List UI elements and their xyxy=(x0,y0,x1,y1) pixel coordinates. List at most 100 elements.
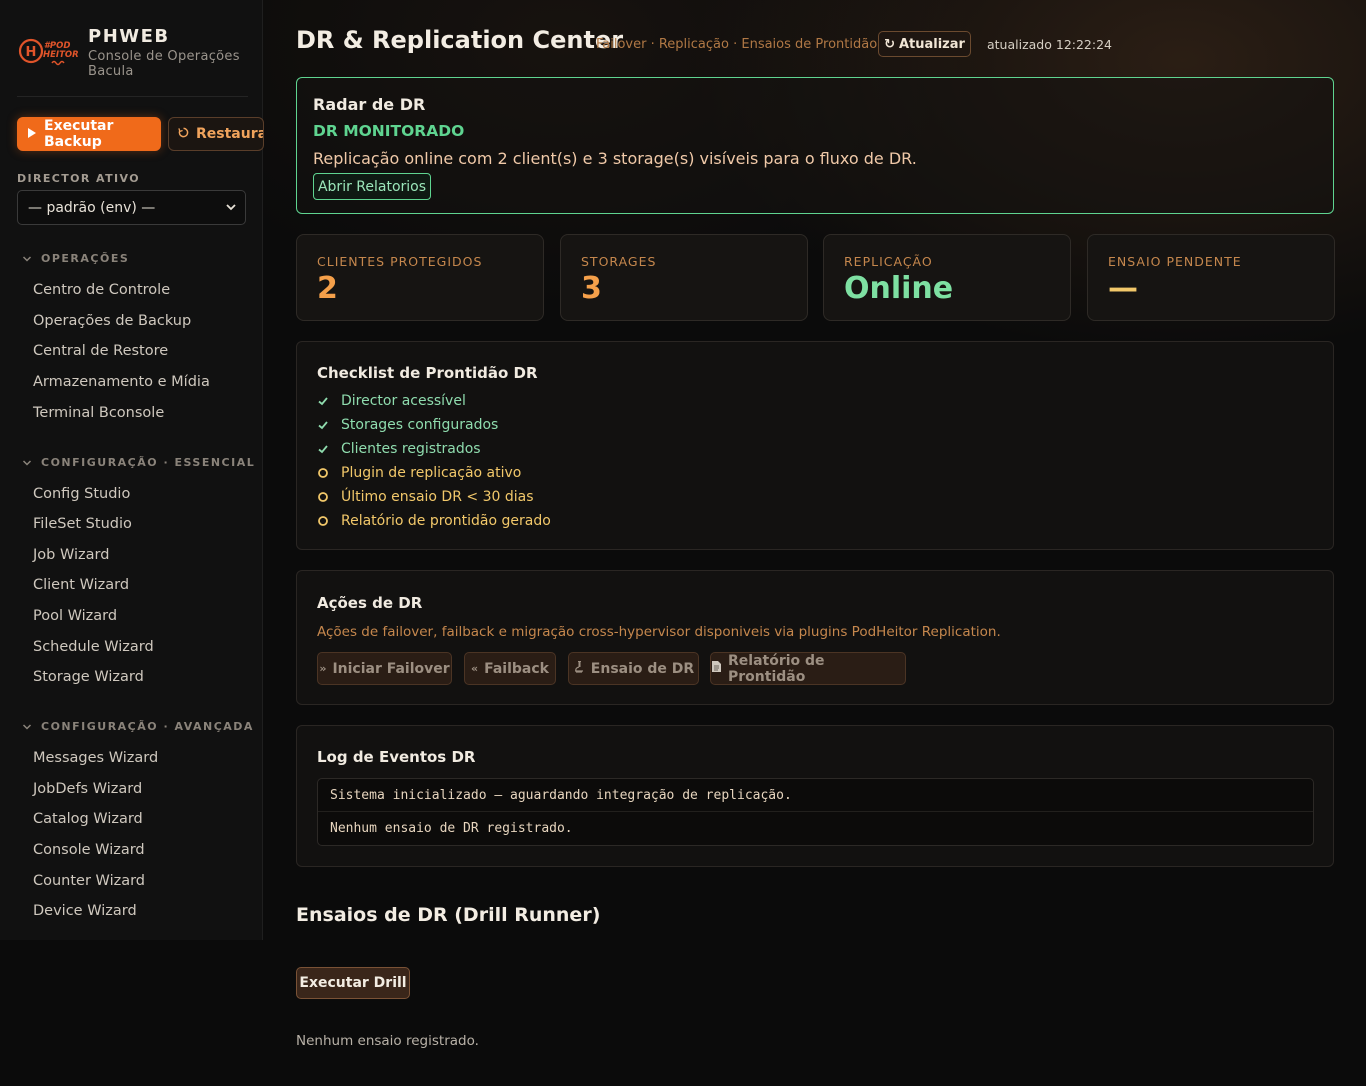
dr-drill-button[interactable]: Ensaio de DR xyxy=(568,652,699,685)
play-icon xyxy=(27,126,36,142)
checklist-label: Director acessível xyxy=(341,393,466,409)
nav-item-client-wizard[interactable]: Client Wizard xyxy=(33,577,129,593)
dr-event-log-panel: Log de Eventos DR Sistema inicializado —… xyxy=(296,725,1334,867)
log-box: Sistema inicializado — aguardando integr… xyxy=(317,778,1314,846)
nav-item-config-studio[interactable]: Config Studio xyxy=(33,486,130,502)
pending-circle-icon xyxy=(317,491,329,503)
svg-text:H: H xyxy=(26,45,37,60)
director-value: — padrão (env) — xyxy=(28,199,156,216)
checklist-title: Checklist de Prontidão DR xyxy=(317,364,538,382)
chevron-down-icon xyxy=(21,253,33,265)
open-reports-button[interactable]: Abrir Relatorios xyxy=(313,173,431,200)
brand-subtitle: Console de Operações Bacula xyxy=(88,49,240,79)
checklist-label: Relatório de prontidão gerado xyxy=(341,513,551,529)
microscope-icon xyxy=(573,660,585,677)
run-backup-label: Executar Backup xyxy=(44,118,114,150)
kpi-value: Online xyxy=(844,271,954,306)
kpi-label: CLIENTES PROTEGIDOS xyxy=(317,254,483,269)
readiness-checklist-panel: Checklist de Prontidão DR Director acess… xyxy=(296,341,1334,550)
run-drill-button[interactable]: Executar Drill xyxy=(296,967,410,999)
svg-text:HEITOR: HEITOR xyxy=(43,50,78,60)
nav-item-central-de-restore[interactable]: Central de Restore xyxy=(33,343,168,359)
log-separator xyxy=(318,811,1313,812)
radar-title: Radar de DR xyxy=(313,95,426,114)
kpi-card-replication: REPLICAÇÃO Online xyxy=(823,234,1071,321)
nav-item-operacoes-de-backup[interactable]: Operações de Backup xyxy=(33,313,191,329)
refresh-icon: ↻ xyxy=(884,36,895,52)
fast-forward-icon: » xyxy=(319,662,327,675)
page-title: DR & Replication Center xyxy=(296,26,624,54)
log-line: Nenhum ensaio de DR registrado. xyxy=(330,821,573,836)
nav-item-console-wizard[interactable]: Console Wizard xyxy=(33,842,145,858)
checklist-item: Plugin de replicação ativo xyxy=(317,465,521,481)
kpi-card-clients: CLIENTES PROTEGIDOS 2 xyxy=(296,234,544,321)
run-backup-button[interactable]: Executar Backup xyxy=(17,117,161,151)
dr-radar-card: Radar de DR DR MONITORADO Replicação onl… xyxy=(296,77,1334,214)
checklist-label: Storages configurados xyxy=(341,417,499,433)
actions-title: Ações de DR xyxy=(317,594,423,612)
nav-item-centro-de-controle[interactable]: Centro de Controle xyxy=(33,282,170,298)
chevron-down-icon xyxy=(223,199,239,215)
actions-description: Ações de failover, failback e migração c… xyxy=(317,624,1001,640)
refresh-button[interactable]: ↻ Atualizar xyxy=(878,31,971,57)
nav-item-pool-wizard[interactable]: Pool Wizard xyxy=(33,608,117,624)
nav-item-terminal-bconsole[interactable]: Terminal Bconsole xyxy=(33,405,164,421)
updated-timestamp: atualizado 12:22:24 xyxy=(987,37,1113,52)
rewind-icon: « xyxy=(471,662,479,675)
dr-actions-panel: Ações de DR Ações de failover, failback … xyxy=(296,570,1334,705)
checklist-item: Clientes registrados xyxy=(317,441,481,457)
checklist-item: Director acessível xyxy=(317,393,466,409)
failback-label: Failback xyxy=(484,660,549,677)
nav-item-job-wizard[interactable]: Job Wizard xyxy=(33,547,109,563)
check-icon xyxy=(317,419,329,431)
chevron-down-icon xyxy=(21,721,33,733)
nav-section-title: CONFIGURAÇÃO · ESSENCIAL xyxy=(41,456,256,469)
checklist-label: Plugin de replicação ativo xyxy=(341,465,522,481)
checklist-item: Último ensaio DR < 30 dias xyxy=(317,489,534,505)
brand-name: PHWEB xyxy=(88,26,170,47)
nav-item-jobdefs-wizard[interactable]: JobDefs Wizard xyxy=(33,781,142,797)
readiness-report-label: Relatório de Prontidão xyxy=(728,652,825,685)
director-select[interactable]: — padrão (env) — xyxy=(17,190,246,225)
nav-item-counter-wizard[interactable]: Counter Wizard xyxy=(33,873,145,889)
checklist-item: Relatório de prontidão gerado xyxy=(317,513,551,529)
kpi-card-storages: STORAGES 3 xyxy=(560,234,808,321)
divider xyxy=(17,96,248,97)
start-failover-label: Iniciar Failover xyxy=(332,660,450,677)
pending-circle-icon xyxy=(317,467,329,479)
restore-button[interactable]: Restaurar xyxy=(168,117,264,151)
nav-section-title: OPERAÇÕES xyxy=(41,252,130,265)
kpi-label: STORAGES xyxy=(581,254,657,269)
start-failover-button[interactable]: » Iniciar Failover xyxy=(317,652,452,685)
nav-item-armazenamento-e-midia[interactable]: Armazenamento e Mídia xyxy=(33,374,210,390)
chevron-down-icon xyxy=(21,457,33,469)
kpi-value: 2 xyxy=(317,271,338,306)
nav-item-fileset-studio[interactable]: FileSet Studio xyxy=(33,516,132,532)
checklist-item: Storages configurados xyxy=(317,417,498,433)
refresh-label: Atualizar xyxy=(898,36,965,52)
radar-status: DR MONITORADO xyxy=(313,122,465,140)
check-icon xyxy=(317,443,329,455)
nav-item-schedule-wizard[interactable]: Schedule Wizard xyxy=(33,639,154,655)
restore-label: Restaurar xyxy=(196,126,263,142)
drill-empty-text: Nenhum ensaio registrado. xyxy=(296,1033,479,1049)
nav-section-configuracao-avancada[interactable]: CONFIGURAÇÃO · AVANÇADA xyxy=(17,720,254,733)
checklist-label: Clientes registrados xyxy=(341,441,481,457)
log-title: Log de Eventos DR xyxy=(317,748,476,766)
nav-item-messages-wizard[interactable]: Messages Wizard xyxy=(33,750,158,766)
drill-section-title: Ensaios de DR (Drill Runner) xyxy=(296,904,601,926)
nav-item-device-wizard[interactable]: Device Wizard xyxy=(33,903,137,919)
sidebar: H #POD HEITOR PHWEB Console de Operações… xyxy=(0,0,264,940)
page-subtitle: Failover · Replicação · Ensaios de Pront… xyxy=(596,37,878,52)
nav-item-catalog-wizard[interactable]: Catalog Wizard xyxy=(33,811,143,827)
document-icon xyxy=(711,660,722,677)
kpi-value: 3 xyxy=(581,271,602,306)
dr-drill-label: Ensaio de DR xyxy=(590,660,695,677)
failback-button[interactable]: « Failback xyxy=(464,652,556,685)
kpi-label: REPLICAÇÃO xyxy=(844,254,933,269)
nav-section-operacoes[interactable]: OPERAÇÕES xyxy=(17,252,129,265)
readiness-report-button[interactable]: Relatório de Prontidão xyxy=(710,652,906,685)
nav-item-storage-wizard[interactable]: Storage Wizard xyxy=(33,669,144,685)
checklist-label: Último ensaio DR < 30 dias xyxy=(341,489,534,505)
nav-section-configuracao-essencial[interactable]: CONFIGURAÇÃO · ESSENCIAL xyxy=(17,456,255,469)
